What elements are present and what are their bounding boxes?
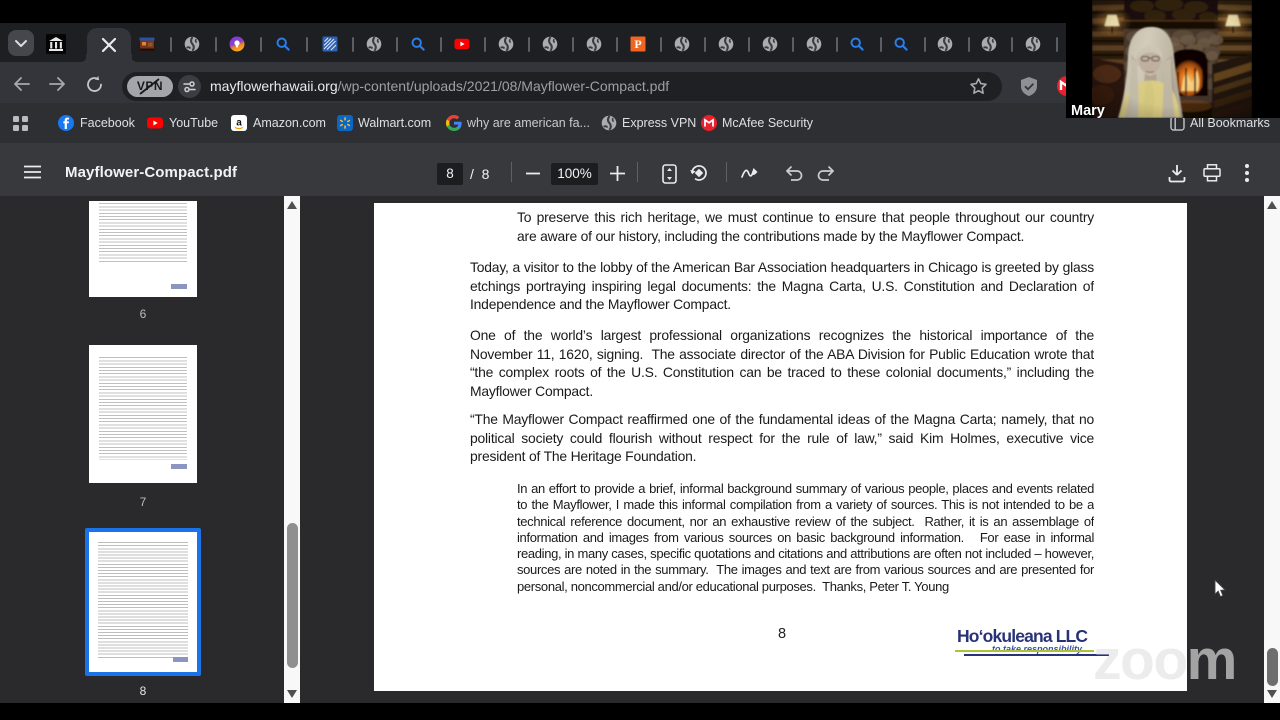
svg-text:P: P xyxy=(634,37,641,51)
svg-text:a: a xyxy=(236,118,242,129)
